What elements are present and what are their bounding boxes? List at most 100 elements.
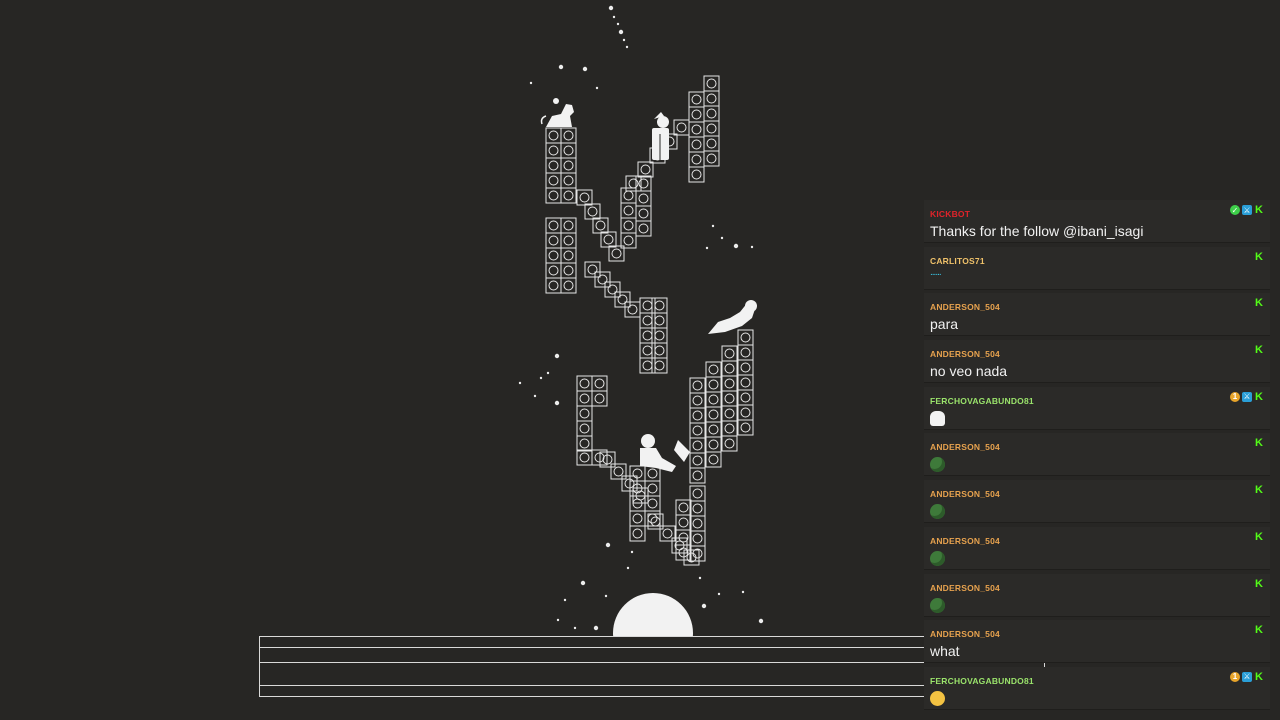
block-cell [639, 342, 656, 359]
star [733, 243, 739, 249]
star [630, 550, 634, 554]
dog-figure [540, 98, 574, 127]
chat-panel[interactable]: KICKBOT Thanks for the follow @ibani_isag… [924, 187, 1270, 720]
chat-username[interactable]: ANDERSON_504 [930, 489, 1000, 499]
block-cell [560, 262, 577, 279]
star [720, 236, 724, 240]
sitting-figure-with-book [640, 434, 690, 472]
chat-message: KICKBOT Thanks for the follow @ibani_isag… [924, 200, 1270, 243]
star [618, 29, 624, 35]
standing-figure [652, 112, 669, 160]
moderator-icon: ⚔ [1242, 671, 1252, 682]
block-cell [560, 277, 577, 294]
star [593, 625, 599, 631]
chat-username[interactable]: FERCHOVAGABUNDO81 [930, 676, 1034, 686]
block-cell [610, 463, 627, 480]
chat-username[interactable]: CARLITOS71 [930, 256, 985, 266]
block-cell [545, 142, 562, 159]
chat-username[interactable]: ANDERSON_504 [930, 583, 1000, 593]
star [573, 626, 577, 630]
kick-icon: K [1255, 670, 1263, 683]
chat-message: CARLITOS71...... K [924, 246, 1270, 290]
star [563, 598, 567, 602]
chat-username[interactable]: ANDERSON_504 [930, 349, 1000, 359]
chat-message: ANDERSON_504 what K [924, 620, 1270, 664]
frog-emote [930, 457, 945, 473]
chat-username[interactable]: KICKBOT [930, 209, 970, 219]
badge-group: K [1254, 251, 1264, 263]
figures [540, 98, 757, 472]
block-cell [737, 359, 754, 376]
block-cell [689, 530, 706, 547]
chat-username[interactable]: ANDERSON_504 [930, 302, 1000, 312]
star [612, 15, 616, 19]
block-cell [576, 405, 593, 422]
block-cell [560, 247, 577, 264]
block-cell [651, 327, 668, 344]
block-cell [545, 217, 562, 234]
star [698, 576, 702, 580]
chat-username[interactable]: FERCHOVAGABUNDO81 [930, 396, 1034, 406]
badge-group: K [1254, 624, 1264, 636]
chat-message-text: no veo nada [930, 363, 1008, 380]
block-cell [560, 157, 577, 174]
badge-group: K [1254, 531, 1264, 543]
frog-emote [930, 504, 945, 520]
block-cell [689, 407, 706, 424]
block-cell [705, 361, 722, 378]
star [758, 618, 764, 624]
chat-username[interactable]: ANDERSON_504 [930, 536, 1000, 546]
block-cell [688, 136, 705, 153]
block-cell [584, 203, 601, 220]
block-cell [624, 301, 641, 318]
block-cell [545, 262, 562, 279]
badge-group: K [1254, 484, 1264, 496]
block-cell [629, 525, 646, 542]
block-cell [689, 422, 706, 439]
block-cell [689, 392, 706, 409]
chat-message: FERCHOVAGABUNDO81 1 ⚔ K [924, 666, 1270, 710]
moderator-icon: ⚔ [1242, 205, 1252, 215]
star [529, 81, 533, 85]
block-cell [639, 327, 656, 344]
block-cell [688, 151, 705, 168]
badge-group: ✓ ⚔ K [1230, 204, 1264, 216]
star [605, 542, 611, 548]
chat-message: ANDERSON_504 K [924, 526, 1270, 570]
block-cell [675, 514, 692, 531]
badge-group: K [1254, 344, 1264, 357]
block-cell [560, 142, 577, 159]
block-cell [689, 485, 706, 502]
kick-icon: K [1255, 344, 1263, 357]
block-cell [592, 217, 609, 234]
block-cell [651, 312, 668, 329]
chat-username[interactable]: ANDERSON_504 [930, 442, 1000, 452]
block-cell [737, 389, 754, 406]
face-emote [930, 690, 945, 706]
block-cell [560, 217, 577, 234]
block-cell [635, 220, 652, 237]
kick-icon: K [1255, 437, 1263, 450]
block-cell [639, 357, 656, 374]
star [533, 394, 537, 398]
chat-message-text: para [930, 316, 959, 333]
block-cell [703, 135, 720, 152]
ghost-emote [930, 410, 945, 426]
block-cell [689, 377, 706, 394]
chat-username[interactable]: ANDERSON_504 [930, 629, 1000, 639]
block-cell [614, 291, 631, 308]
badge-group: K [1254, 578, 1264, 590]
star [705, 246, 709, 250]
chat-message: ANDERSON_504 K [924, 480, 1270, 524]
badge-group: 1 ⚔ K [1230, 670, 1264, 683]
kick-icon: K [1255, 297, 1263, 310]
block-cell [721, 375, 738, 392]
star [625, 45, 629, 49]
block-cell [620, 202, 637, 219]
block-cell [737, 419, 754, 436]
block-cell [705, 391, 722, 408]
block-cell [737, 329, 754, 346]
block-cell [576, 375, 593, 392]
chat-message: FERCHOVAGABUNDO81 1 ⚔ K [924, 386, 1270, 430]
block-cell [688, 166, 705, 183]
